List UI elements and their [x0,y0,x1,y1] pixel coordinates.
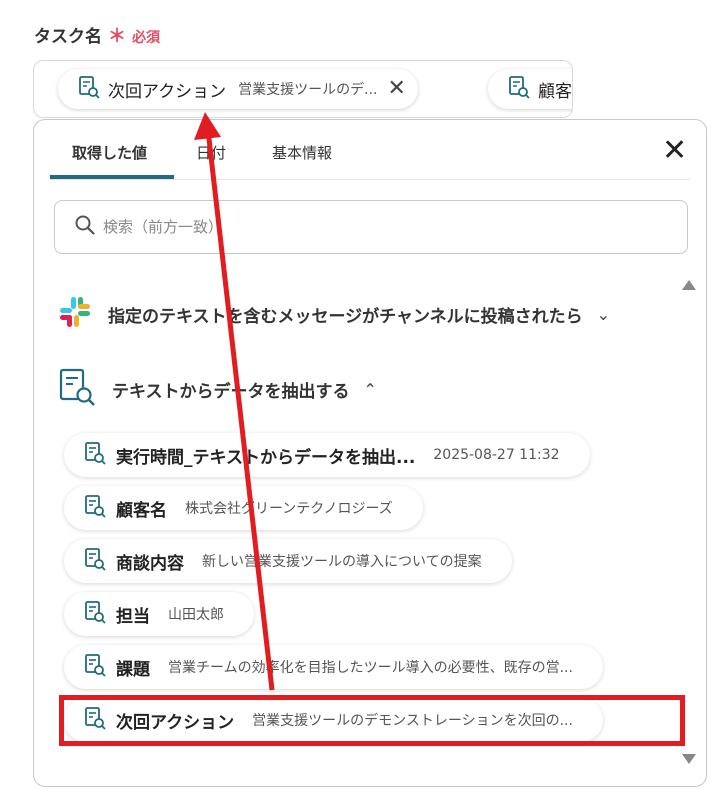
tab-date[interactable]: 日付 [196,142,226,163]
document-search-icon [84,494,106,522]
item-label: 担当 [116,606,150,627]
search-box[interactable] [54,200,688,254]
document-search-icon [84,547,106,575]
tab-retrieved-values[interactable]: 取得した値 [72,142,147,163]
group-extract-data[interactable]: テキストからデータを抽出する ⌃ [58,367,377,411]
group-slack-trigger[interactable]: 指定のテキストを含むメッセージがチャンネルに投稿されたら ⌄ [58,295,610,333]
item-value: 2025-08-27 11:32 [433,447,560,463]
annotation-highlight-box [59,695,685,746]
close-icon[interactable]: ✕ [662,136,687,166]
document-search-icon [84,653,106,681]
tab-bar: 取得した値 日付 基本情報 [50,120,690,180]
item-value: 山田太郎 [168,607,224,623]
list-item[interactable]: 担当 山田太郎 [64,592,254,636]
chip-value: 営業支援ツールのデ... [238,82,378,98]
document-search-icon [84,441,106,469]
active-tab-indicator [50,175,174,179]
document-search-icon [58,367,96,411]
task-name-input[interactable]: 次回アクション 営業支援ツールのデ... ✕ : 顧客 [33,60,573,118]
document-search-icon [508,75,530,103]
required-mark: ＊ [108,26,126,47]
chevron-up-icon: ⌃ [363,379,377,399]
item-label: 課題 [116,659,150,680]
list-item[interactable]: 課題 営業チームの効率化を目指したツール導入の必要性、既存の営... [64,645,603,689]
value-picker-panel: 取得した値 日付 基本情報 ✕ 指定のテキストを含むメッセージがチャンネルに投稿… [33,119,707,787]
list-item[interactable]: 商談内容 新しい営業支援ツールの導入についての提案 [64,539,512,583]
document-search-icon [78,75,100,103]
field-label-text: タスク名 [34,27,102,47]
slack-icon [58,295,92,333]
item-value: 営業チームの効率化を目指したツール導入の必要性、既存の営... [168,660,573,676]
input-chip-customer[interactable]: 顧客 [488,69,572,109]
close-icon[interactable]: ✕ [388,78,406,100]
list-item[interactable]: 実行時間_テキストからデータを抽出... 2025-08-27 11:32 [64,433,590,477]
input-chip-next-action[interactable]: 次回アクション 営業支援ツールのデ... ✕ [58,69,418,109]
item-value: 新しい営業支援ツールの導入についての提案 [202,554,482,570]
group-title: 指定のテキストを含むメッセージがチャンネルに投稿されたら [108,306,583,327]
item-label: 商談内容 [116,553,184,574]
list-item[interactable]: 顧客名 株式会社グリーンテクノロジーズ [64,486,423,530]
task-name-label: タスク名 ＊ 必須 [34,22,160,48]
item-value: 株式会社グリーンテクノロジーズ [185,501,393,517]
item-label: 実行時間_テキストからデータを抽出... [116,447,416,468]
tab-basic-info[interactable]: 基本情報 [272,142,332,163]
chip-label: 次回アクション [108,81,227,102]
scroll-down-arrow[interactable] [682,754,696,764]
group-title: テキストからデータを抽出する [112,381,350,402]
required-text: 必須 [132,30,160,46]
search-icon [75,215,95,239]
scroll-up-arrow[interactable] [682,280,696,290]
search-input[interactable] [103,218,663,236]
document-search-icon [84,600,106,628]
chevron-down-icon: ⌄ [596,304,611,324]
chip-label: 顧客 [538,81,572,102]
item-label: 顧客名 [116,500,167,521]
